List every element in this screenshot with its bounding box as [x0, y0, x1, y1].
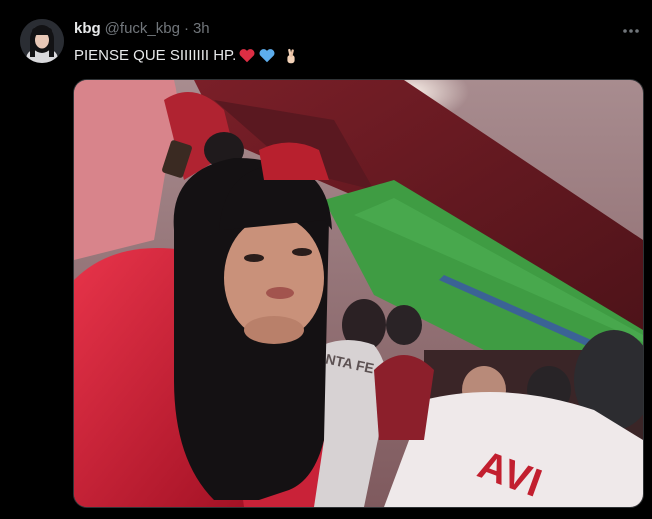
more-options-button[interactable] [620, 22, 642, 40]
more-horizontal-icon [623, 29, 639, 33]
avatar[interactable] [20, 19, 64, 63]
user-handle[interactable]: @fuck_kbg [105, 20, 180, 37]
tweet-photo[interactable]: AVI SANTA FE [73, 79, 644, 508]
timestamp[interactable]: 3h [193, 20, 210, 37]
red-heart-icon [239, 49, 255, 63]
blue-heart-icon [259, 49, 275, 63]
tweet-card[interactable]: kbg @fuck_kbg · 3h PIENSE QUE SIIIIIII H… [0, 0, 652, 519]
stadium-selfie-photo: AVI SANTA FE [74, 80, 643, 507]
tweet-text: PIENSE QUE SIIIIIII HP. [74, 45, 300, 67]
fingers-crossed-icon [287, 48, 295, 64]
tweet-header: kbg @fuck_kbg · 3h [74, 20, 210, 42]
separator-dot: · [183, 20, 189, 37]
display-name[interactable]: kbg [74, 20, 101, 37]
tweet-text-content: PIENSE QUE SIIIIIII HP. [74, 47, 237, 64]
